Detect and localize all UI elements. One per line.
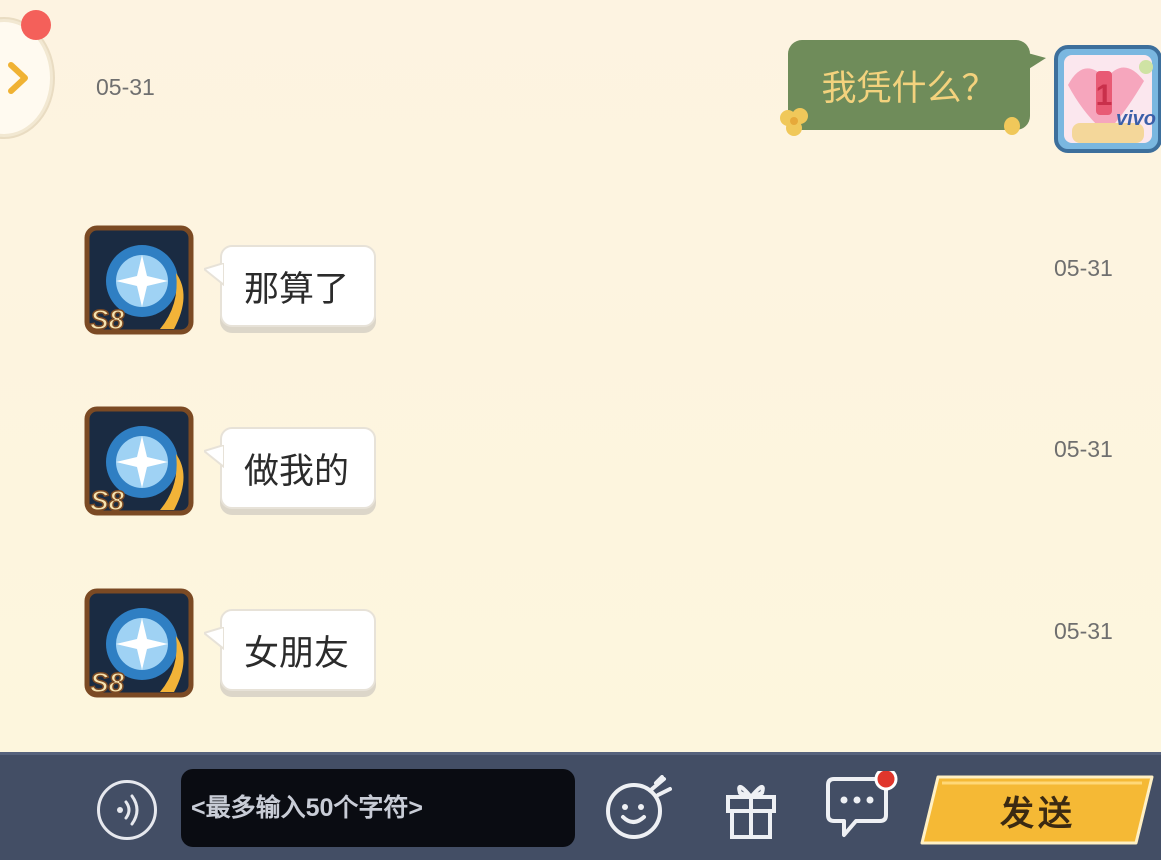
voice-icon	[117, 794, 139, 826]
chevron-right-icon	[8, 62, 28, 94]
chat-notification-dot	[874, 767, 898, 791]
send-button-label: 发送	[1000, 793, 1076, 834]
message-bubble-other[interactable]: 那算了	[204, 245, 376, 327]
bubble-tail	[204, 445, 224, 469]
chat-icon	[826, 767, 898, 837]
avatar-badge: S8	[90, 304, 125, 335]
avatar-self[interactable]: 1 vivo	[1054, 45, 1161, 153]
message-bubble-self[interactable]: 我凭什么？	[780, 40, 1046, 136]
message-text: 做我的	[244, 451, 350, 492]
avatar-other[interactable]: S8	[84, 406, 194, 517]
chat-button[interactable]	[822, 767, 898, 847]
bubble-tail	[204, 627, 224, 651]
other-avatar-image: S8	[84, 406, 194, 517]
chat-area: 05-31 我凭什么？ 1 vivo S8 那算了 05-31 S8 做我的 0…	[0, 0, 1161, 752]
emoji-button[interactable]	[604, 775, 672, 845]
message-bubble-other[interactable]: 女朋友	[204, 609, 376, 691]
message-input[interactable]	[181, 769, 575, 847]
side-panel-toggle[interactable]	[0, 22, 50, 134]
input-bar: 发送	[0, 752, 1161, 860]
message-timestamp: 05-31	[1054, 618, 1113, 644]
avatar-badge: S8	[90, 667, 125, 698]
message-timestamp: 05-31	[1054, 255, 1113, 281]
avatar-badge: S8	[90, 485, 125, 516]
message-timestamp: 05-31	[96, 74, 155, 100]
message-text: 我凭什么？	[821, 68, 997, 109]
message-bubble-other[interactable]: 做我的	[204, 427, 376, 509]
voice-button[interactable]	[97, 780, 157, 840]
self-avatar-image: 1 vivo	[1054, 45, 1161, 153]
avatar-other[interactable]: S8	[84, 588, 194, 699]
avatar-brand: vivo	[1116, 108, 1156, 130]
avatar-other[interactable]: S8	[84, 225, 194, 336]
avatar-badge-number: 1	[1096, 79, 1113, 112]
gift-button[interactable]	[722, 775, 780, 845]
leaf-decoration-icon	[1004, 117, 1020, 135]
gift-icon	[726, 785, 776, 839]
bubble-tail	[204, 263, 224, 287]
other-avatar-image: S8	[84, 225, 194, 336]
emoji-icon	[606, 775, 672, 839]
other-avatar-image: S8	[84, 588, 194, 699]
message-text: 女朋友	[244, 633, 350, 674]
flower-decoration-icon	[780, 108, 808, 136]
bubble-tail	[1024, 52, 1046, 72]
send-button[interactable]: 发送	[920, 775, 1156, 845]
message-timestamp: 05-31	[1054, 436, 1113, 462]
notification-dot	[21, 10, 51, 40]
message-text: 那算了	[244, 269, 350, 310]
